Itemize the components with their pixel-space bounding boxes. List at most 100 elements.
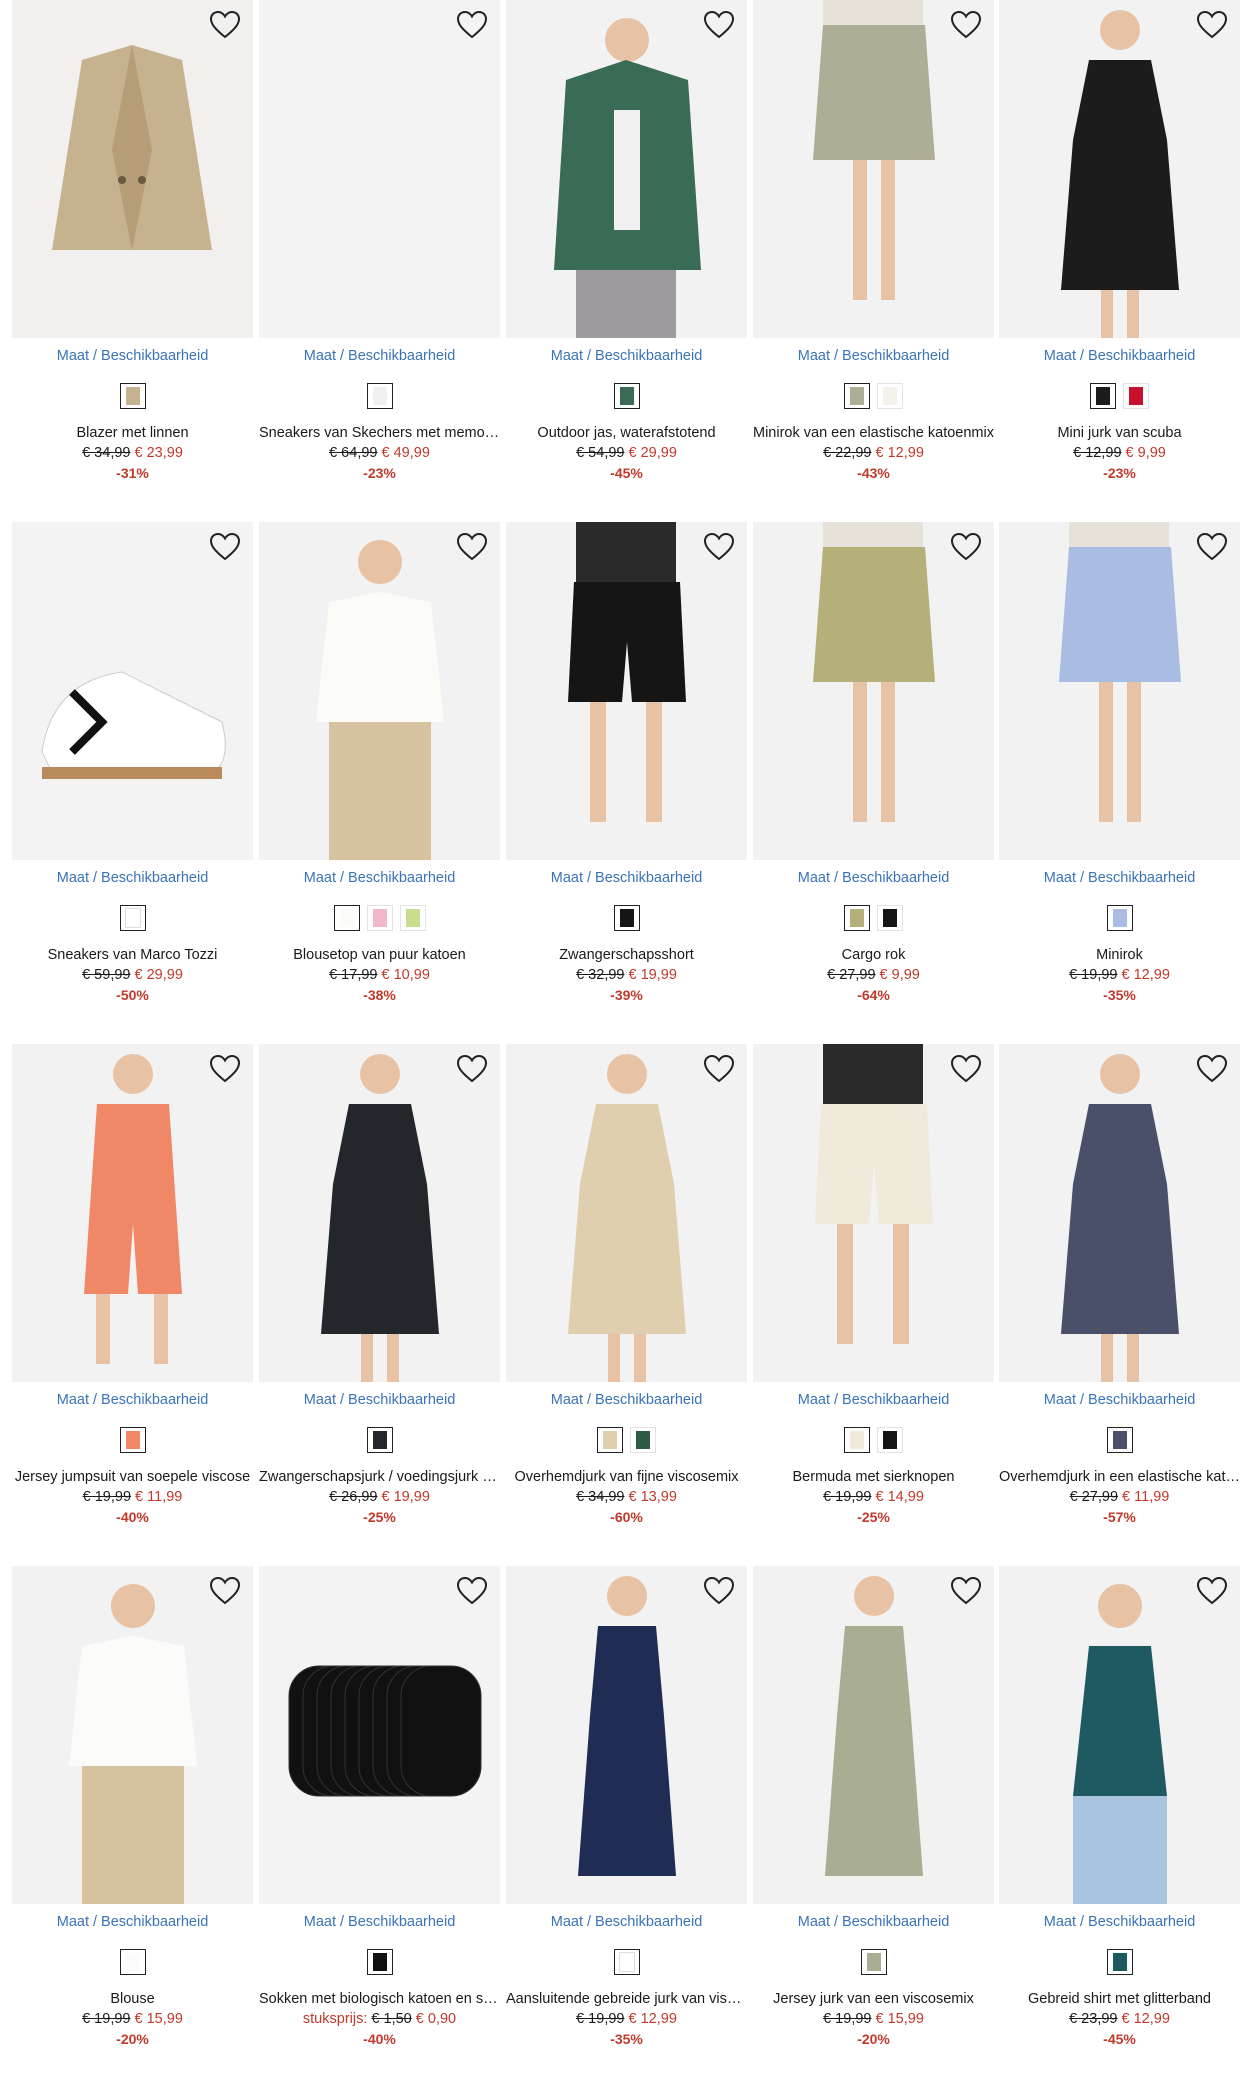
product-name[interactable]: Sneakers van Marco Tozzi — [12, 947, 253, 963]
product-name[interactable]: Blazer met linnen — [12, 425, 253, 441]
color-swatch[interactable] — [630, 1427, 656, 1453]
product-name[interactable]: Overhemdjurk in een elastische katoenmix — [999, 1469, 1240, 1485]
wishlist-heart-icon[interactable] — [209, 532, 241, 562]
size-availability-link[interactable]: Maat / Beschikbaarheid — [506, 870, 747, 886]
wishlist-heart-icon[interactable] — [950, 10, 982, 40]
product-image[interactable] — [259, 1044, 500, 1382]
size-availability-link[interactable]: Maat / Beschikbaarheid — [753, 870, 994, 886]
color-swatch[interactable] — [333, 905, 360, 931]
product-name[interactable]: Cargo rok — [753, 947, 994, 963]
product-image[interactable] — [506, 1566, 747, 1904]
product-card[interactable]: Maat / Beschikbaarheid Gebreid shirt met … — [999, 1566, 1240, 2066]
product-image[interactable] — [506, 0, 747, 338]
product-image[interactable] — [12, 1566, 253, 1904]
size-availability-link[interactable]: Maat / Beschikbaarheid — [259, 1392, 500, 1408]
color-swatch[interactable] — [597, 1427, 623, 1453]
product-image[interactable] — [506, 1044, 747, 1382]
wishlist-heart-icon[interactable] — [703, 1576, 735, 1606]
wishlist-heart-icon[interactable] — [1196, 1054, 1228, 1084]
wishlist-heart-icon[interactable] — [209, 1576, 241, 1606]
size-availability-link[interactable]: Maat / Beschikbaarheid — [753, 1914, 994, 1930]
size-availability-link[interactable]: Maat / Beschikbaarheid — [259, 1914, 500, 1930]
product-card[interactable]: Maat / Beschikbaarheid Blousetop van puur… — [259, 522, 500, 1022]
product-name[interactable]: Overhemdjurk van fijne viscosemix — [506, 1469, 747, 1485]
wishlist-heart-icon[interactable] — [1196, 10, 1228, 40]
product-card[interactable]: Maat / Beschikbaarheid Sneakers van Marco… — [12, 522, 253, 1022]
product-name[interactable]: Sneakers van Skechers met memory foam — [259, 425, 500, 441]
product-card[interactable]: Maat / Beschikbaarheid Minirok van een el… — [753, 0, 994, 500]
product-name[interactable]: Mini jurk van scuba — [999, 425, 1240, 441]
wishlist-heart-icon[interactable] — [703, 1054, 735, 1084]
product-image[interactable] — [259, 1566, 500, 1904]
color-swatch[interactable] — [399, 905, 426, 931]
color-swatch[interactable] — [613, 1949, 640, 1975]
product-card[interactable]: Maat / Beschikbaarheid Sneakers van Skech… — [259, 0, 500, 500]
wishlist-heart-icon[interactable] — [1196, 1576, 1228, 1606]
size-availability-link[interactable]: Maat / Beschikbaarheid — [12, 1392, 253, 1408]
product-card[interactable]: Maat / Beschikbaarheid Minirok € 19,99 € 1… — [999, 522, 1240, 1022]
color-swatch[interactable] — [1090, 383, 1116, 409]
product-card[interactable]: Maat / Beschikbaarheid Overhemdjurk in ee… — [999, 1044, 1240, 1544]
product-card[interactable]: Maat / Beschikbaarheid Aansluitende gebre… — [506, 1566, 747, 2066]
product-name[interactable]: Aansluitende gebreide jurk van viscose — [506, 1991, 747, 2007]
product-card[interactable]: Maat / Beschikbaarheid Mini jurk van scub… — [999, 0, 1240, 500]
color-swatch[interactable] — [1123, 383, 1149, 409]
size-availability-link[interactable]: Maat / Beschikbaarheid — [506, 1914, 747, 1930]
wishlist-heart-icon[interactable] — [703, 532, 735, 562]
size-availability-link[interactable]: Maat / Beschikbaarheid — [506, 348, 747, 364]
product-name[interactable]: Jersey jumpsuit van soepele viscose — [12, 1469, 253, 1485]
color-swatch[interactable] — [119, 383, 146, 409]
wishlist-heart-icon[interactable] — [703, 10, 735, 40]
product-image[interactable] — [753, 522, 994, 860]
product-name[interactable]: Jersey jurk van een viscosemix — [753, 1991, 994, 2007]
size-availability-link[interactable]: Maat / Beschikbaarheid — [999, 870, 1240, 886]
wishlist-heart-icon[interactable] — [950, 1054, 982, 1084]
product-card[interactable]: Maat / Beschikbaarheid Jersey jurk van ee… — [753, 1566, 994, 2066]
color-swatch[interactable] — [366, 1427, 393, 1453]
product-name[interactable]: Outdoor jas, waterafstotend — [506, 425, 747, 441]
size-availability-link[interactable]: Maat / Beschikbaarheid — [12, 348, 253, 364]
product-card[interactable]: Maat / Beschikbaarheid Zwangerschapsshort… — [506, 522, 747, 1022]
product-name[interactable]: Bermuda met sierknopen — [753, 1469, 994, 1485]
product-name[interactable]: Blouse — [12, 1991, 253, 2007]
product-image[interactable] — [999, 0, 1240, 338]
product-card[interactable]: Maat / Beschikbaarheid Outdoor jas, water… — [506, 0, 747, 500]
size-availability-link[interactable]: Maat / Beschikbaarheid — [999, 1914, 1240, 1930]
product-card[interactable]: Maat / Beschikbaarheid Overhemdjurk van f… — [506, 1044, 747, 1544]
product-image[interactable] — [999, 1566, 1240, 1904]
wishlist-heart-icon[interactable] — [1196, 532, 1228, 562]
wishlist-heart-icon[interactable] — [950, 532, 982, 562]
wishlist-heart-icon[interactable] — [456, 1576, 488, 1606]
product-name[interactable]: Zwangerschapsjurk / voedingsjurk met blo… — [259, 1469, 500, 1485]
product-name[interactable]: Gebreid shirt met glitterband — [999, 1991, 1240, 2007]
color-swatch[interactable] — [119, 1427, 146, 1453]
color-swatch[interactable] — [366, 1949, 393, 1975]
product-image[interactable] — [12, 522, 253, 860]
product-image[interactable] — [506, 522, 747, 860]
product-image[interactable] — [12, 0, 253, 338]
color-swatch[interactable] — [613, 383, 640, 409]
color-swatch[interactable] — [1106, 1949, 1133, 1975]
size-availability-link[interactable]: Maat / Beschikbaarheid — [753, 1392, 994, 1408]
product-card[interactable]: Maat / Beschikbaarheid Zwangerschapsjurk … — [259, 1044, 500, 1544]
size-availability-link[interactable]: Maat / Beschikbaarheid — [999, 1392, 1240, 1408]
color-swatch[interactable] — [877, 905, 903, 931]
product-image[interactable] — [753, 1044, 994, 1382]
product-image[interactable] — [999, 522, 1240, 860]
size-availability-link[interactable]: Maat / Beschikbaarheid — [259, 870, 500, 886]
wishlist-heart-icon[interactable] — [456, 532, 488, 562]
product-image[interactable] — [259, 0, 500, 338]
product-image[interactable] — [259, 522, 500, 860]
product-name[interactable]: Minirok — [999, 947, 1240, 963]
color-swatch[interactable] — [1106, 1427, 1133, 1453]
product-name[interactable]: Blousetop van puur katoen — [259, 947, 500, 963]
color-swatch[interactable] — [860, 1949, 887, 1975]
color-swatch[interactable] — [119, 905, 146, 931]
product-image[interactable] — [12, 1044, 253, 1382]
color-swatch[interactable] — [844, 905, 870, 931]
color-swatch[interactable] — [877, 383, 903, 409]
size-availability-link[interactable]: Maat / Beschikbaarheid — [753, 348, 994, 364]
product-name[interactable]: Minirok van een elastische katoenmix — [753, 425, 994, 441]
color-swatch[interactable] — [119, 1949, 146, 1975]
wishlist-heart-icon[interactable] — [209, 1054, 241, 1084]
